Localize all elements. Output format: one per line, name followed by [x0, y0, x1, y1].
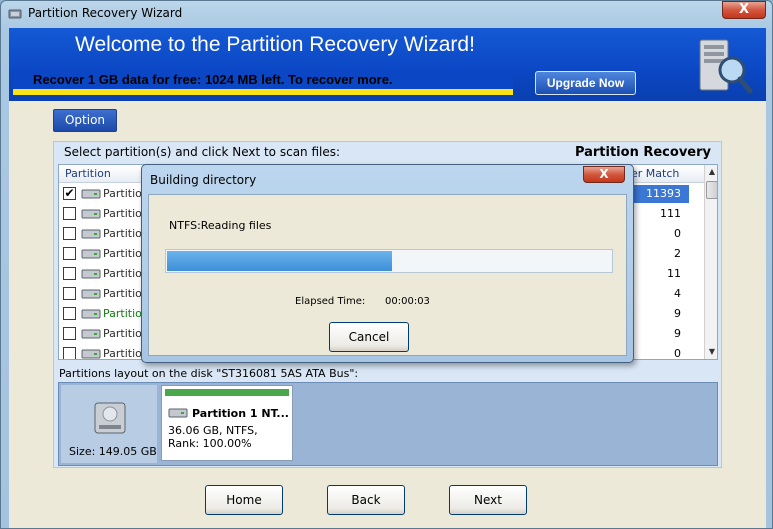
computer-search-icon	[699, 39, 753, 94]
progress-fill	[167, 251, 392, 271]
main-window: Partition Recovery Wizard X Welcome to t…	[0, 0, 773, 529]
drive-icon	[168, 408, 188, 418]
banner-title: Welcome to the Partition Recovery Wizard…	[75, 33, 475, 56]
drive-icon	[81, 189, 101, 199]
drive-icon	[81, 269, 101, 279]
drive-icon	[81, 229, 101, 239]
row-checkbox[interactable]	[63, 247, 76, 260]
progress-status: NTFS:Reading files	[169, 219, 272, 232]
row-checkbox[interactable]	[63, 347, 76, 359]
partition-layout-area: Size: 149.05 GB Partition 1 NT... 36.06 …	[58, 382, 718, 466]
panel-caption: Select partition(s) and click Next to sc…	[64, 145, 341, 159]
drive-icon	[81, 209, 101, 219]
row-match-count: 2	[674, 247, 681, 260]
row-match-count: 0	[674, 347, 681, 360]
column-header-partition[interactable]: Partition	[65, 167, 111, 180]
row-match-count: 9	[674, 327, 681, 340]
option-button[interactable]: Option	[53, 109, 117, 132]
partition-info: 36.06 GB, NTFS, Rank: 100.00%	[168, 424, 258, 450]
list-scrollbar[interactable]: ▲ ▼	[704, 165, 717, 359]
next-button[interactable]: Next	[449, 485, 527, 515]
building-directory-dialog: Building directory X NTFS:Reading files …	[141, 164, 634, 363]
progress-bar	[165, 249, 613, 273]
banner-subtitle: Recover 1 GB data for free: 1024 MB left…	[33, 72, 393, 87]
row-match-count: 9	[674, 307, 681, 320]
row-checkbox[interactable]	[63, 227, 76, 240]
row-match-count: 11	[667, 267, 681, 280]
hard-disk-icon	[94, 402, 126, 434]
drive-icon	[81, 249, 101, 259]
disk-size-label: Size: 149.05 GB	[69, 445, 157, 458]
disk-box[interactable]: Size: 149.05 GB	[61, 385, 157, 463]
row-match-count: 111	[660, 207, 681, 220]
row-checkbox[interactable]	[63, 307, 76, 320]
window-title: Partition Recovery Wizard	[28, 6, 183, 20]
row-checkbox[interactable]	[63, 207, 76, 220]
dialog-body: NTFS:Reading files Elapsed Time: 00:00:0…	[148, 194, 627, 356]
dialog-title: Building directory	[150, 173, 257, 187]
drive-icon	[81, 349, 101, 359]
scroll-thumb[interactable]	[706, 181, 717, 199]
app-icon	[8, 9, 22, 19]
row-checkbox[interactable]	[63, 327, 76, 340]
drive-icon	[81, 329, 101, 339]
row-match-count: 4	[674, 287, 681, 300]
back-button[interactable]: Back	[327, 485, 405, 515]
partition-rank: Rank: 100.00%	[168, 437, 252, 450]
partition-size-fs: 36.06 GB, NTFS,	[168, 424, 258, 437]
upgrade-now-button[interactable]: Upgrade Now	[535, 71, 636, 95]
title-bar[interactable]: Partition Recovery Wizard X	[1, 1, 772, 27]
row-checkbox[interactable]: ✔	[63, 187, 76, 200]
elapsed-time-value: 00:00:03	[385, 296, 430, 307]
drive-icon	[81, 289, 101, 299]
header-banner: Welcome to the Partition Recovery Wizard…	[9, 28, 766, 101]
partition-title: Partition 1 NT...	[192, 407, 289, 420]
panel-title: Partition Recovery	[574, 145, 711, 160]
elapsed-time-label: Elapsed Time:	[295, 296, 366, 307]
row-checkbox[interactable]	[63, 287, 76, 300]
row-match-count: 0	[674, 227, 681, 240]
window-close-button[interactable]: X	[722, 1, 766, 19]
home-button[interactable]: Home	[205, 485, 283, 515]
dialog-close-button[interactable]: X	[583, 166, 625, 183]
layout-caption: Partitions layout on the disk "ST316081 …	[59, 367, 359, 380]
scroll-up-arrow[interactable]: ▲	[705, 165, 717, 179]
scroll-down-arrow[interactable]: ▼	[705, 345, 717, 359]
cancel-button[interactable]: Cancel	[329, 322, 409, 352]
partition-usage-bar	[165, 389, 289, 396]
drive-icon	[81, 309, 101, 319]
partition-1-box[interactable]: Partition 1 NT... 36.06 GB, NTFS, Rank: …	[161, 385, 293, 461]
row-match-count: 11393	[646, 187, 681, 200]
row-checkbox[interactable]	[63, 267, 76, 280]
